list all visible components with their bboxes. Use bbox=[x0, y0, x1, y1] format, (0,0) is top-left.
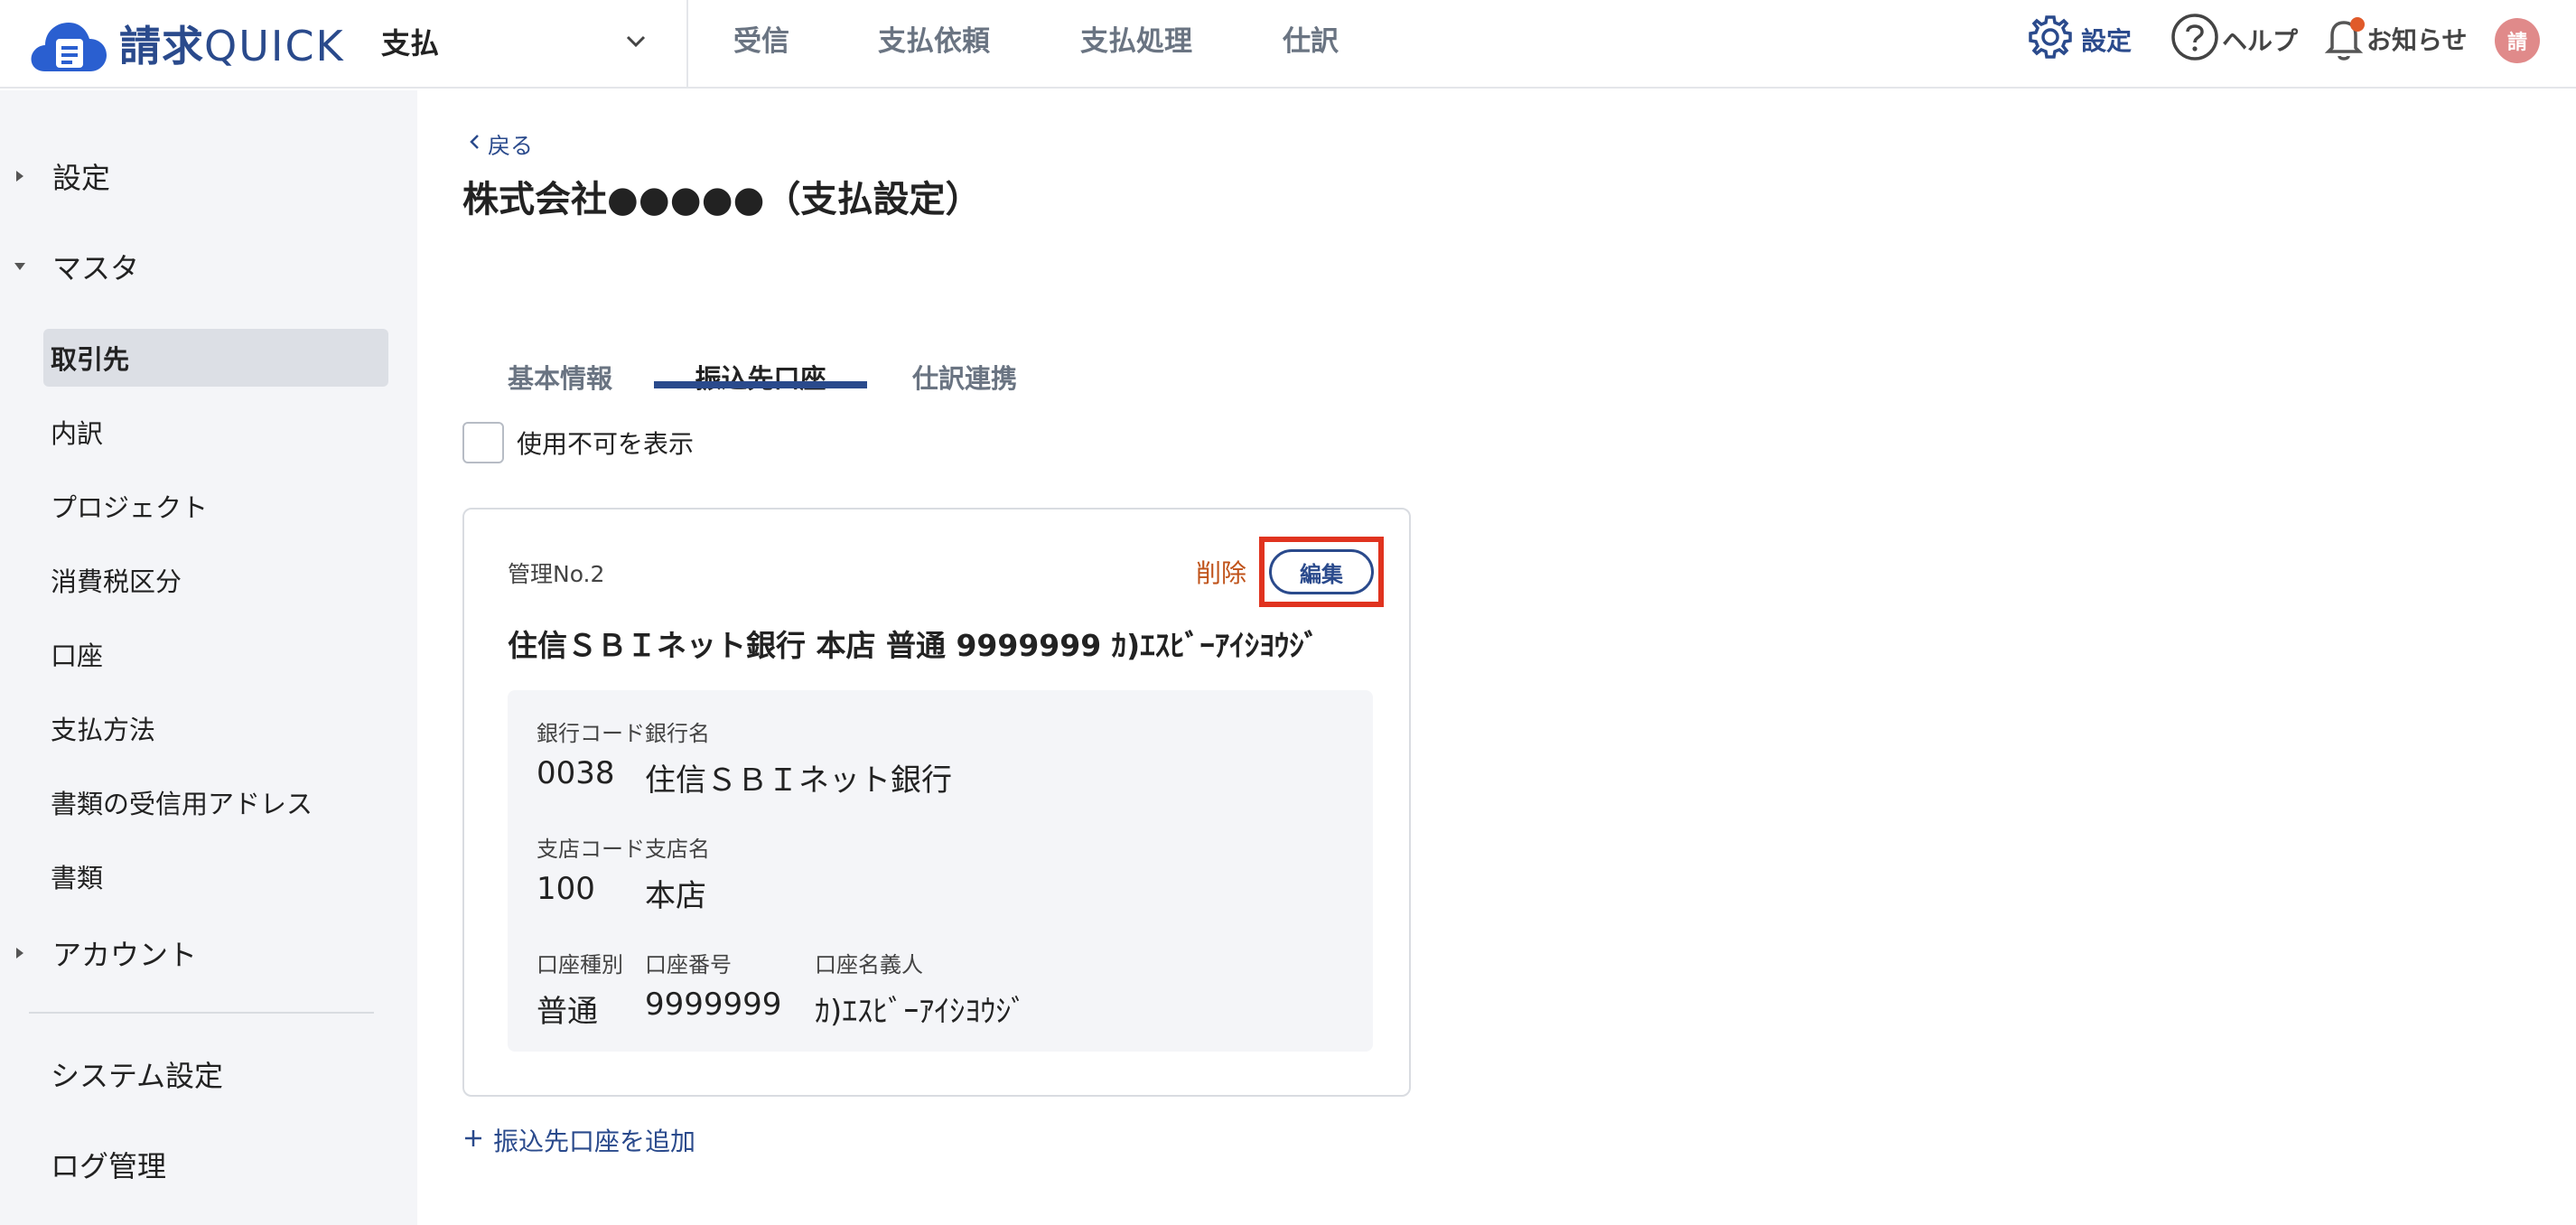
account-type-value: 普通 bbox=[537, 994, 598, 1030]
show-disabled-label: 使用不可を表示 bbox=[517, 429, 695, 459]
tab-basic-info[interactable]: 基本情報 bbox=[500, 331, 620, 423]
logo-prefix: 請求 bbox=[119, 22, 204, 70]
logo-suffix: QUICK bbox=[204, 22, 345, 70]
account-number-value: 9999999 bbox=[645, 987, 782, 1023]
account-number-label: 口座番号 bbox=[645, 952, 732, 977]
chevron-down-icon bbox=[620, 25, 652, 58]
help-link[interactable]: ヘルプ bbox=[2170, 13, 2298, 67]
avatar[interactable]: 請 bbox=[2495, 18, 2540, 63]
card-actions: 削除 編集 bbox=[1196, 537, 1384, 607]
sidebar-item-documents[interactable]: 書類 bbox=[43, 847, 388, 905]
show-disabled-toggle[interactable]: 使用不可を表示 bbox=[462, 421, 694, 464]
main-content: 戻る 株式会社●●●●●（支払設定） 基本情報 振込先口座 仕訳連携 使用不可を… bbox=[417, 90, 2576, 1225]
active-tab-indicator bbox=[654, 381, 867, 388]
account-type-label: 口座種別 bbox=[537, 952, 623, 977]
branch-code: 100 bbox=[537, 871, 595, 907]
sidebar-item-payment-method[interactable]: 支払方法 bbox=[43, 699, 388, 757]
sidebar-group-label: 設定 bbox=[52, 161, 111, 195]
notification-dot bbox=[2350, 17, 2365, 32]
account-holder-label: 口座名義人 bbox=[815, 952, 923, 977]
bank-code: 0038 bbox=[537, 755, 615, 791]
bell-icon bbox=[2321, 12, 2366, 66]
sidebar: 設定 マスタ 取引先 内訳 プロジェクト 消費税区分 口座 支払方法 書類の受信… bbox=[0, 90, 417, 1225]
caret-right-icon bbox=[0, 935, 40, 971]
add-transfer-account-label: 振込先口座を追加 bbox=[493, 1127, 696, 1156]
sidebar-group-label: アカウント bbox=[52, 938, 198, 972]
tab-transfer-account[interactable]: 振込先口座 bbox=[654, 331, 867, 423]
nav-payment-processing[interactable]: 支払処理 bbox=[1080, 20, 1192, 63]
sidebar-item-tax-category[interactable]: 消費税区分 bbox=[43, 551, 388, 609]
nav-receive[interactable]: 受信 bbox=[733, 20, 789, 63]
sidebar-item-system-settings[interactable]: システム設定 bbox=[51, 1053, 223, 1095]
account-detail-panel: 銀行コード銀行名 0038 住信ＳＢＩネット銀行 支店コード支店名 100 本店… bbox=[508, 690, 1373, 1052]
back-label: 戻る bbox=[488, 133, 534, 159]
header-divider bbox=[686, 0, 688, 89]
help-label: ヘルプ bbox=[2222, 26, 2299, 56]
sidebar-group-label: マスタ bbox=[52, 251, 140, 285]
branch-label: 支店コード支店名 bbox=[537, 837, 710, 862]
caret-down-icon bbox=[0, 248, 40, 285]
add-transfer-account-link[interactable]: 振込先口座を追加 bbox=[462, 1122, 695, 1158]
help-icon bbox=[2170, 12, 2220, 69]
notices-label: お知らせ bbox=[2366, 25, 2468, 55]
bank-name: 住信ＳＢＩネット銀行 bbox=[645, 762, 952, 799]
bank-label: 銀行コード銀行名 bbox=[537, 721, 710, 746]
sidebar-item-vendors[interactable]: 取引先 bbox=[43, 329, 388, 387]
caret-right-icon bbox=[0, 158, 40, 194]
cloud-document-icon bbox=[27, 12, 110, 75]
nav-journal[interactable]: 仕訳 bbox=[1283, 20, 1339, 63]
logo-wordmark: 請求QUICK bbox=[119, 14, 345, 73]
sidebar-item-project[interactable]: プロジェクト bbox=[43, 477, 388, 535]
plus-icon bbox=[462, 1126, 484, 1155]
show-disabled-checkbox[interactable] bbox=[462, 422, 504, 463]
sidebar-group-master[interactable]: マスタ bbox=[0, 246, 139, 287]
edit-button-highlight: 編集 bbox=[1259, 537, 1384, 607]
app-logo[interactable]: 請求QUICK bbox=[27, 9, 345, 78]
module-selector[interactable]: 支払 bbox=[381, 16, 652, 67]
top-header: 請求QUICK 支払 受信 支払依頼 支払処理 仕訳 設定 ヘルプ お知らせ 請 bbox=[0, 0, 2576, 89]
notices-link[interactable]: お知らせ bbox=[2321, 9, 2467, 69]
delete-button[interactable]: 削除 bbox=[1196, 554, 1246, 590]
sidebar-group-settings[interactable]: 設定 bbox=[0, 155, 110, 197]
sidebar-item-account[interactable]: 口座 bbox=[43, 625, 388, 683]
sidebar-group-account[interactable]: アカウント bbox=[0, 932, 197, 974]
transfer-account-card: 管理No.2 削除 編集 住信ＳＢＩネット銀行 本店 普通 9999999 ｶ)… bbox=[462, 508, 1411, 1097]
sidebar-item-breakdown[interactable]: 内訳 bbox=[43, 403, 388, 461]
settings-link[interactable]: 設定 bbox=[2025, 13, 2132, 67]
management-number: 管理No.2 bbox=[508, 561, 605, 587]
page-title: 株式会社●●●●●（支払設定） bbox=[462, 179, 982, 220]
back-link[interactable]: 戻る bbox=[466, 128, 533, 161]
sidebar-item-log-management[interactable]: ログ管理 bbox=[51, 1144, 166, 1185]
gear-icon bbox=[2025, 12, 2076, 69]
sidebar-item-receive-address[interactable]: 書類の受信用アドレス bbox=[43, 773, 388, 831]
tab-journal-integration[interactable]: 仕訳連携 bbox=[901, 331, 1028, 423]
settings-label: 設定 bbox=[2081, 26, 2133, 56]
chevron-left-icon bbox=[466, 131, 484, 158]
module-label: 支払 bbox=[381, 26, 440, 61]
account-summary: 住信ＳＢＩネット銀行 本店 普通 9999999 ｶ)ｴｽﾋﾞｰｱｲｼﾖｳｼﾞ bbox=[508, 628, 1320, 663]
account-holder-value: ｶ)ｴｽﾋﾞｰｱｲｼﾖｳｼﾞ bbox=[815, 994, 1027, 1030]
sidebar-divider bbox=[29, 1012, 374, 1014]
nav-payment-request[interactable]: 支払依頼 bbox=[878, 20, 990, 63]
edit-button[interactable]: 編集 bbox=[1269, 549, 1374, 594]
branch-name: 本店 bbox=[645, 878, 706, 914]
